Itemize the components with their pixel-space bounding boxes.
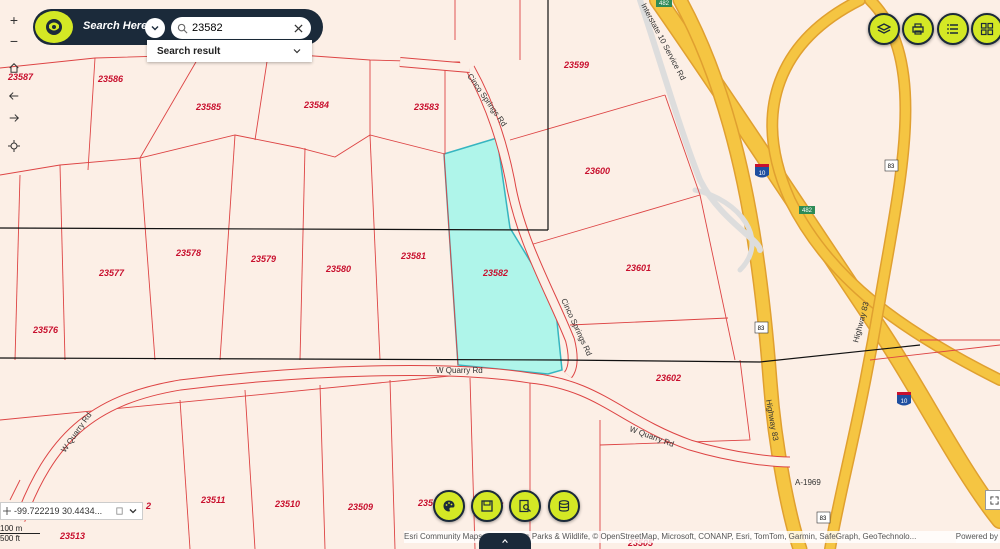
- home-icon: [9, 62, 19, 73]
- search-report-button[interactable]: [509, 490, 541, 522]
- parcel-label: 23583: [413, 102, 439, 112]
- interstate-shield: 10: [755, 164, 769, 178]
- locate-icon: [8, 140, 20, 152]
- parcel-label: 23580: [325, 264, 351, 274]
- chevron-down-icon[interactable]: [128, 506, 138, 516]
- list-icon: [947, 24, 958, 34]
- database-icon: [558, 500, 570, 512]
- list-button[interactable]: [937, 13, 969, 45]
- parcel-label: 23586: [97, 74, 124, 84]
- zoom-in-button[interactable]: +: [4, 10, 24, 30]
- app-logo: [35, 11, 73, 43]
- parcel-label: 23600: [584, 166, 610, 176]
- close-icon[interactable]: [294, 23, 303, 33]
- parcel-label: 2: [145, 501, 151, 511]
- style-button[interactable]: [433, 490, 465, 522]
- parcel-label: 23578: [175, 248, 201, 258]
- locate-button[interactable]: [4, 136, 24, 156]
- parcel-label: 23582: [482, 268, 508, 278]
- parcel-label: 23599: [563, 60, 589, 70]
- grid-icon: [980, 22, 994, 36]
- state-road-shield: 482: [799, 206, 815, 214]
- search-result-dropdown[interactable]: Search result: [147, 40, 312, 62]
- search-field[interactable]: [171, 17, 311, 39]
- layers-button[interactable]: [868, 13, 900, 45]
- parcel-label: 23510: [274, 499, 300, 509]
- map-canvas[interactable]: 23587 23586 23585 23584 23583 23599 2360…: [0, 0, 1000, 549]
- coordinate-text: -99.722219 30.4434...: [14, 506, 103, 516]
- us-highway-shield: 83: [816, 511, 831, 524]
- parcel-label: 23584: [303, 100, 329, 110]
- interstate-shield: 10: [897, 392, 911, 406]
- parcel-label: 23581: [400, 251, 426, 261]
- state-road-shield: 482: [656, 0, 672, 7]
- parcel-label: 23509: [347, 502, 373, 512]
- palette-icon: [443, 500, 455, 512]
- crosshair-icon: [3, 507, 11, 515]
- layers-icon: [877, 23, 891, 34]
- scale-bar: 100 m 500 ft: [0, 524, 40, 543]
- powered-by[interactable]: Powered by: [955, 531, 998, 543]
- print-icon: [912, 23, 924, 35]
- search-type-dropdown[interactable]: [145, 18, 165, 38]
- home-button[interactable]: [4, 58, 24, 78]
- road-label: W Quarry Rd: [59, 411, 93, 454]
- road-label: W Quarry Rd: [436, 366, 483, 375]
- search-input[interactable]: [190, 21, 294, 35]
- chevron-up-icon: [502, 538, 508, 543]
- search-label: Search Here:: [83, 20, 151, 32]
- save-button[interactable]: [471, 490, 503, 522]
- parcel-label: 23576: [32, 325, 59, 335]
- parcel-label: 23602: [655, 373, 681, 383]
- search-icon: [177, 23, 188, 33]
- parcel-label: 23511: [200, 495, 225, 505]
- road-label: Cinco Springs Rd: [465, 72, 508, 128]
- scale-metric: 100 m: [0, 524, 40, 534]
- us-highway-shield: 83: [754, 321, 769, 334]
- forward-button[interactable]: [4, 108, 24, 128]
- road-label: A-1969: [795, 478, 821, 487]
- fullscreen-button[interactable]: [985, 490, 1000, 510]
- svg-text:10: 10: [759, 171, 766, 177]
- svg-text:83: 83: [888, 164, 895, 170]
- selected-parcel: [443, 137, 563, 375]
- parcel-label: 23585: [195, 102, 222, 112]
- svg-text:482: 482: [802, 208, 813, 214]
- copy-icon[interactable]: [115, 506, 124, 516]
- us-highway-shield: 83: [884, 159, 899, 172]
- parcel-label: 23601: [625, 263, 651, 273]
- chevron-down-icon: [151, 26, 159, 31]
- back-button[interactable]: [4, 86, 24, 106]
- parcel-label: 23579: [250, 254, 276, 264]
- coordinate-readout: -99.722219 30.4434...: [0, 502, 143, 520]
- logo-icon: [46, 19, 62, 35]
- scale-imperial: 500 ft: [0, 534, 21, 543]
- arrow-right-icon: [9, 114, 20, 122]
- zoom-out-button[interactable]: −: [4, 31, 24, 51]
- svg-text:83: 83: [820, 516, 827, 522]
- panel-toggle[interactable]: [479, 533, 531, 549]
- chevron-down-icon: [293, 49, 301, 54]
- grid-button[interactable]: [971, 13, 1000, 45]
- search-result-label: Search result: [157, 45, 221, 57]
- expand-icon: [989, 495, 999, 505]
- print-button[interactable]: [902, 13, 934, 45]
- data-button[interactable]: [548, 490, 580, 522]
- svg-text:10: 10: [901, 399, 908, 405]
- svg-text:83: 83: [758, 326, 765, 332]
- search-doc-icon: [519, 499, 531, 513]
- save-icon: [481, 500, 493, 512]
- svg-text:482: 482: [659, 1, 670, 7]
- arrow-left-icon: [8, 92, 19, 100]
- parcel-label: 23513: [59, 531, 85, 541]
- parcel-label: 23577: [98, 268, 125, 278]
